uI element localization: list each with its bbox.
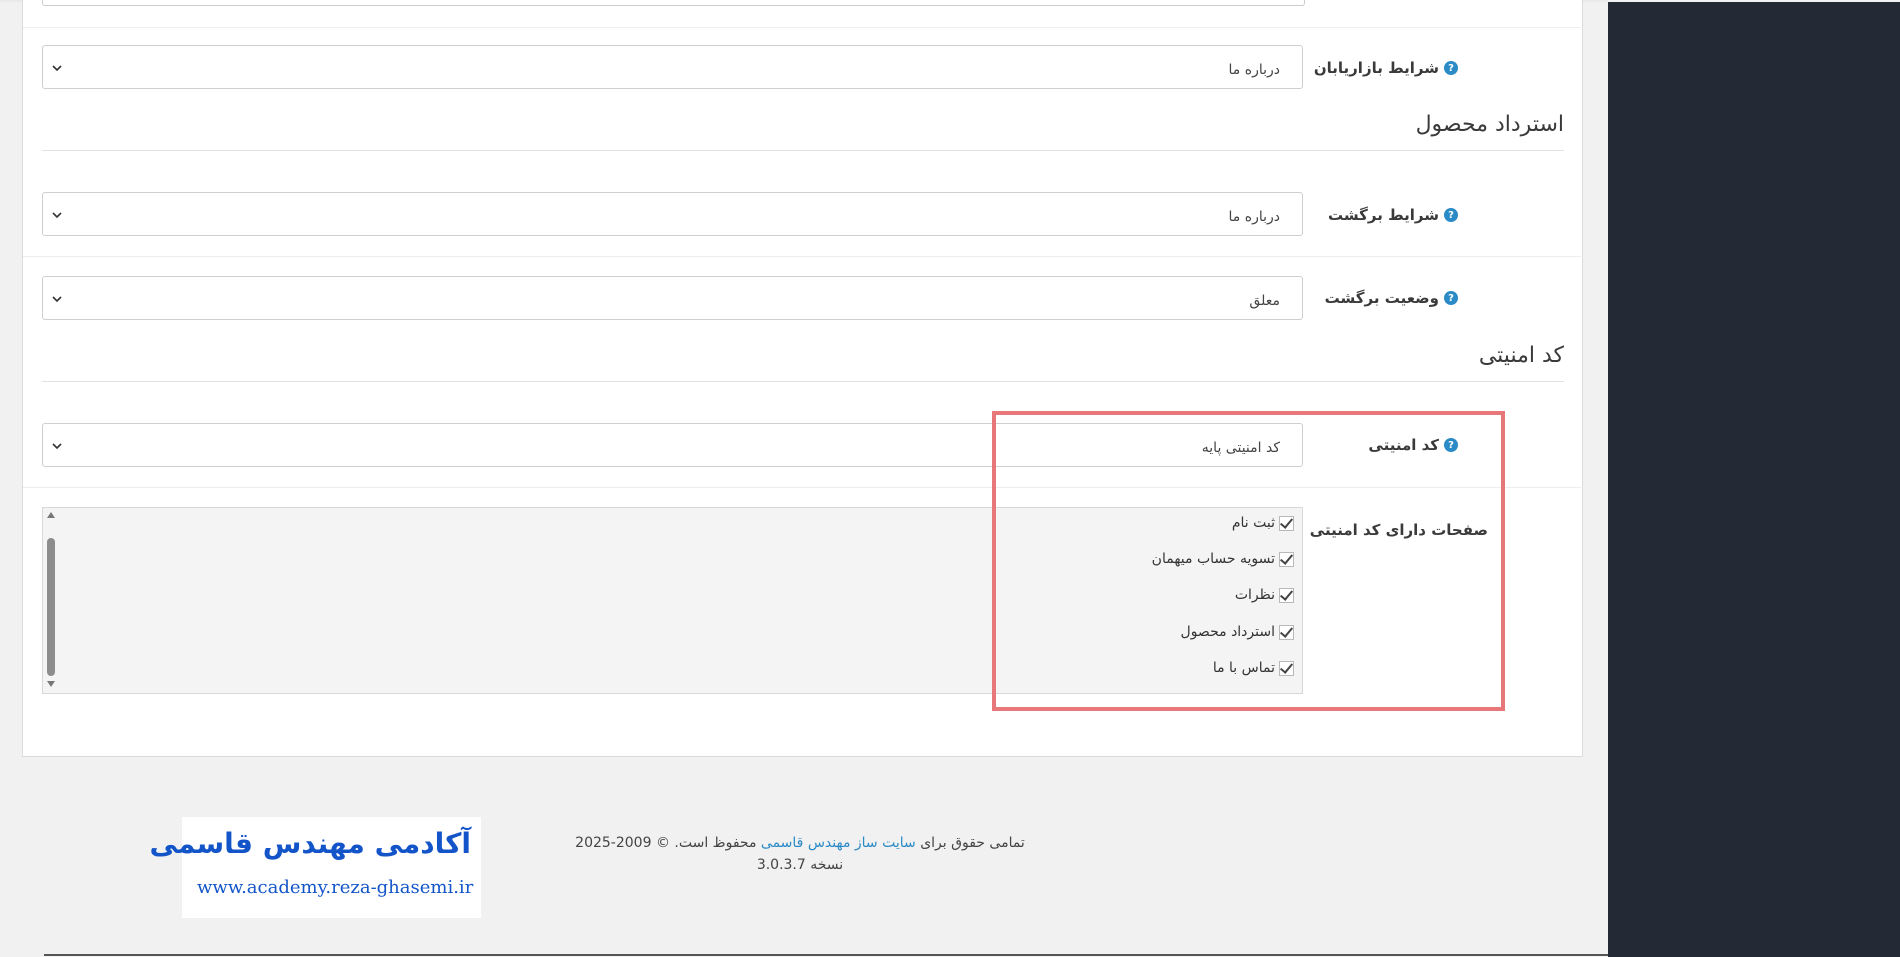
chevron-down-icon bbox=[52, 65, 62, 72]
help-icon[interactable]: ? bbox=[1444, 61, 1458, 75]
marketer-terms-value: درباره ما bbox=[1228, 62, 1280, 78]
section-title-returns: استرداد محصول bbox=[1415, 112, 1564, 137]
section-title-security: کد امنیتی bbox=[1478, 343, 1564, 368]
previous-select-edge bbox=[42, 0, 1305, 6]
return-terms-select[interactable]: درباره ما bbox=[42, 192, 1303, 236]
footer-copyright: تمامی حقوق برای سایت ساز مهندس قاسمی محف… bbox=[560, 832, 1040, 876]
footer-rights-suffix: محفوظ است. © 2009-2025 bbox=[575, 835, 757, 851]
scrollbar-thumb[interactable] bbox=[47, 538, 55, 676]
return-terms-label: ? شرایط برگشت bbox=[1328, 206, 1458, 224]
chevron-down-icon bbox=[52, 443, 62, 450]
footer-rights-prefix: تمامی حقوق برای bbox=[920, 835, 1025, 851]
bottom-border bbox=[44, 954, 1608, 956]
section-divider bbox=[42, 381, 1564, 382]
academy-logo-watermark: آکادمی مهندس قاسمی www.academy.reza-ghas… bbox=[150, 817, 481, 918]
help-icon[interactable]: ? bbox=[1444, 291, 1458, 305]
return-terms-value: درباره ما bbox=[1228, 209, 1280, 225]
logo-url: www.academy.reza-ghasemi.ir bbox=[197, 877, 474, 898]
marketer-terms-label: ? شرایط بازاریابان bbox=[1314, 59, 1458, 77]
return-status-select[interactable]: معلق bbox=[42, 276, 1303, 320]
return-status-label: ? وضعیت برگشت bbox=[1325, 289, 1458, 307]
row-separator bbox=[23, 27, 1581, 28]
section-divider bbox=[42, 150, 1564, 151]
footer-rights-line: تمامی حقوق برای سایت ساز مهندس قاسمی محف… bbox=[560, 832, 1040, 854]
footer-site-link[interactable]: سایت ساز مهندس قاسمی bbox=[761, 835, 916, 851]
return-terms-label-text: شرایط برگشت bbox=[1328, 206, 1439, 224]
return-status-value: معلق bbox=[1249, 293, 1280, 309]
scroll-up-arrow-icon[interactable] bbox=[47, 512, 55, 518]
footer-version: نسخه 3.0.3.7 bbox=[756, 857, 844, 873]
chevron-down-icon bbox=[52, 212, 62, 219]
chevron-down-icon bbox=[52, 296, 62, 303]
logo-title: آکادمی مهندس قاسمی bbox=[149, 827, 471, 860]
return-status-label-text: وضعیت برگشت bbox=[1324, 289, 1439, 307]
highlight-annotation-box bbox=[992, 411, 1505, 711]
row-separator bbox=[23, 256, 1581, 257]
scroll-down-arrow-icon[interactable] bbox=[47, 681, 55, 687]
marketer-terms-label-text: شرایط بازاریابان bbox=[1313, 59, 1439, 77]
right-dark-sidebar bbox=[1608, 2, 1900, 957]
marketer-terms-select[interactable]: درباره ما bbox=[42, 45, 1303, 89]
help-icon[interactable]: ? bbox=[1444, 208, 1458, 222]
